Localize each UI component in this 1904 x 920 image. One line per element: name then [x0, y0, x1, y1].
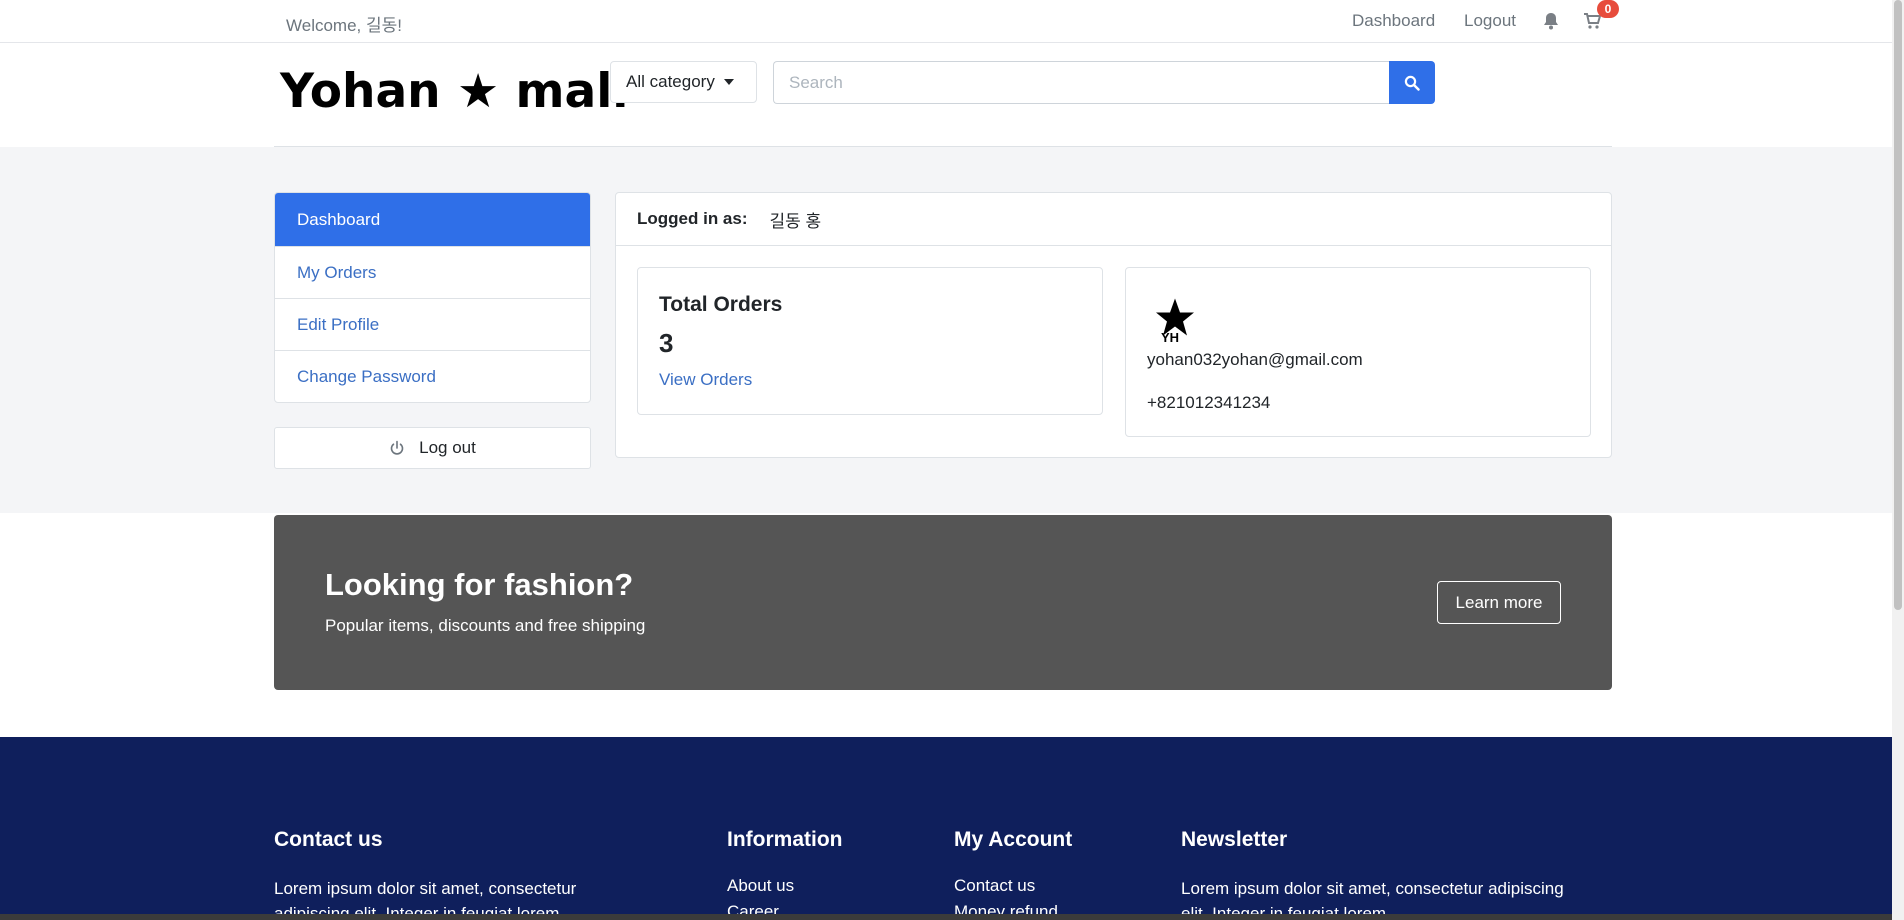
total-orders-count: 3	[659, 328, 674, 358]
page-scrollbar[interactable]	[1892, 0, 1904, 920]
search-icon	[1404, 75, 1420, 91]
top-dashboard-link[interactable]: Dashboard	[1352, 11, 1435, 31]
logged-in-user-name: 길동 홍	[769, 211, 822, 231]
profile-card: YH yohan032yohan@gmail.com +821012341234	[1125, 267, 1591, 437]
footer-contact-link[interactable]: Contact us	[954, 876, 1072, 896]
logged-in-header: Logged in as: 길동 홍	[616, 193, 1611, 246]
profile-email: yohan032yohan@gmail.com	[1147, 350, 1363, 369]
category-label: All category	[626, 72, 715, 91]
total-orders-card: Total Orders 3 View Orders	[637, 267, 1103, 415]
footer-my-account-title: My Account	[954, 828, 1073, 851]
account-overview-card: Logged in as: 길동 홍 Total Orders 3 View O…	[615, 192, 1612, 458]
footer-newsletter-text-line1: Lorem ipsum dolor sit amet, consectetur …	[1181, 879, 1564, 898]
sidebar-item-change-password[interactable]: Change Password	[275, 350, 590, 402]
logged-in-label: Logged in as:	[637, 209, 748, 228]
footer-contact-text-line1: Lorem ipsum dolor sit amet, consectetur	[274, 879, 577, 898]
window-bottom-edge	[0, 914, 1892, 920]
sidebar-item-my-orders[interactable]: My Orders	[275, 246, 590, 298]
total-orders-title: Total Orders	[659, 293, 783, 316]
footer-about-link[interactable]: About us	[727, 876, 843, 896]
power-icon	[390, 440, 404, 455]
avatar-initials: YH	[1161, 330, 1180, 345]
search-button[interactable]	[1389, 61, 1435, 104]
view-orders-link[interactable]: View Orders	[659, 370, 752, 390]
banner-title: Looking for fashion?	[325, 567, 634, 602]
account-sidebar-menu: Dashboard My Orders Edit Profile Change …	[274, 192, 591, 403]
bell-icon[interactable]	[1543, 12, 1561, 30]
category-dropdown[interactable]: All category	[610, 61, 757, 103]
scrollbar-thumb[interactable]	[1894, 0, 1902, 610]
caret-down-icon	[723, 79, 734, 85]
footer-newsletter-column: Newsletter Lorem ipsum dolor sit amet, c…	[1181, 828, 1564, 920]
site-logo[interactable]: Yohan ★ mall	[280, 64, 628, 119]
logout-button[interactable]: Log out	[274, 427, 591, 469]
cart-count-badge: 0	[1597, 0, 1619, 18]
footer-information-column: Information About us Career	[727, 828, 843, 920]
promo-banner: Looking for fashion? Popular items, disc…	[274, 515, 1612, 690]
footer-contact-column: Contact us Lorem ipsum dolor sit amet, c…	[274, 828, 576, 920]
sidebar-item-dashboard[interactable]: Dashboard	[275, 193, 590, 246]
learn-more-button[interactable]: Learn more	[1437, 581, 1561, 624]
footer-information-title: Information	[727, 828, 843, 851]
banner-subtitle: Popular items, discounts and free shippi…	[325, 616, 646, 635]
footer-contact-title: Contact us	[274, 828, 383, 851]
profile-phone: +821012341234	[1147, 393, 1271, 412]
footer-newsletter-title: Newsletter	[1181, 828, 1288, 851]
logout-button-label: Log out	[419, 438, 476, 457]
footer-my-account-column: My Account Contact us Money refund	[954, 828, 1072, 920]
top-bar: Welcome, 길동! Dashboard Logout 0	[0, 0, 1892, 43]
sidebar-item-edit-profile[interactable]: Edit Profile	[275, 298, 590, 350]
top-logout-link[interactable]: Logout	[1464, 11, 1516, 31]
site-footer: Contact us Lorem ipsum dolor sit amet, c…	[0, 737, 1892, 920]
search-input[interactable]	[773, 61, 1390, 104]
welcome-text: Welcome, 길동!	[286, 16, 402, 35]
